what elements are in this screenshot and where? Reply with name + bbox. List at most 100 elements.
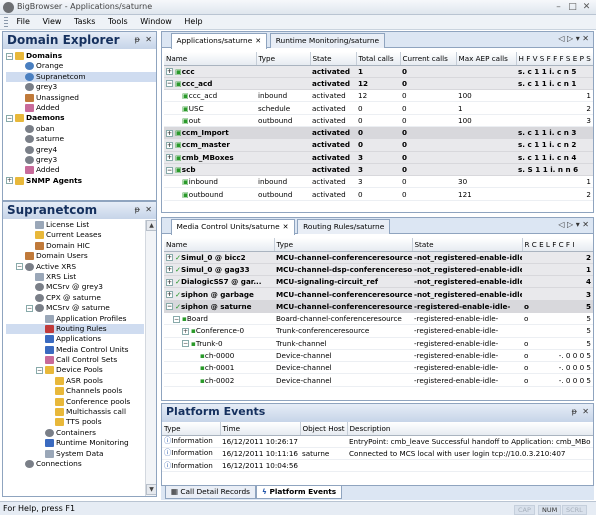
- menu-file[interactable]: File: [12, 15, 35, 28]
- scroll-down-icon[interactable]: ▼: [146, 484, 156, 495]
- tree-item[interactable]: MCSrv @ grey3: [6, 282, 144, 292]
- expand-icon[interactable]: +: [166, 254, 173, 262]
- column-header[interactable]: Type: [274, 238, 413, 252]
- tree-item[interactable]: oban: [6, 124, 156, 134]
- expand-icon[interactable]: +: [166, 291, 173, 299]
- tree-item[interactable]: Current Leases: [6, 230, 144, 240]
- collapse-icon[interactable]: −: [6, 52, 13, 60]
- flag-columns-header[interactable]: R C E L F C F I: [522, 238, 593, 252]
- expand-icon[interactable]: +: [6, 177, 13, 185]
- event-row[interactable]: ⓘInformation 16/12/2011 10:26:17 EntryPoin…: [162, 435, 593, 448]
- table-row[interactable]: + ✓Simul_0 @ gag33 MCU-channel-dsp-confere…: [164, 263, 593, 277]
- tree-item[interactable]: grey4: [6, 145, 156, 155]
- event-row[interactable]: ⓘInformation 16/12/2011 10:04:56: [162, 459, 593, 473]
- expand-icon[interactable]: +: [166, 141, 173, 149]
- tab-call-detail-records[interactable]: ▦ Call Detail Records: [165, 486, 256, 499]
- maximize-button[interactable]: □: [566, 1, 579, 14]
- menu-window[interactable]: Window: [135, 15, 177, 28]
- tab-runtime-monitoring-saturne[interactable]: Runtime Monitoring/saturne: [269, 33, 386, 48]
- tree-item[interactable]: Connections: [6, 459, 144, 469]
- expand-icon[interactable]: +: [182, 327, 189, 335]
- tree-item[interactable]: Application Profiles: [6, 314, 144, 324]
- close-window-button[interactable]: ✕: [580, 1, 593, 14]
- tree-item[interactable]: − MCSrv @ saturne: [6, 303, 144, 313]
- pin-icon[interactable]: ᵽ: [572, 407, 577, 416]
- column-header[interactable]: State: [310, 52, 357, 66]
- tree-item[interactable]: XRS List: [6, 272, 144, 282]
- tree-item[interactable]: Containers: [6, 428, 144, 438]
- table-row[interactable]: ▪ch-0001 Device-channel -registered-enable…: [164, 361, 593, 375]
- tree-item[interactable]: Call Control Sets: [6, 355, 144, 365]
- menu-tools[interactable]: Tools: [103, 15, 133, 28]
- tab-applications-saturne[interactable]: Applications/saturne ✕: [170, 33, 268, 49]
- collapse-icon[interactable]: −: [166, 166, 173, 174]
- table-row[interactable]: ▣USC schedule activated 0 0 1 2: [164, 101, 593, 115]
- tree-item[interactable]: saturne: [6, 134, 156, 144]
- flag-columns-header[interactable]: H F V S F F F S E P S R P S F T: [516, 52, 593, 66]
- tree-item[interactable]: grey3: [6, 155, 156, 165]
- close-icon[interactable]: ✕: [582, 407, 589, 416]
- column-header[interactable]: Current calls: [400, 52, 457, 66]
- column-header[interactable]: Object Host: [300, 422, 348, 436]
- table-row[interactable]: + ✓DialogicSS7 @ gar... MCU-signaling-circ…: [164, 275, 593, 289]
- menu-view[interactable]: View: [37, 15, 66, 28]
- tree-item[interactable]: ASR pools: [6, 376, 144, 386]
- tab-nav-buttons[interactable]: ◁ ▷ ▾ ✕: [558, 34, 589, 43]
- table-row[interactable]: ▪ch-0000 Device-channel -registered-enable…: [164, 349, 593, 363]
- tree-item[interactable]: − Daemons: [6, 113, 156, 123]
- column-header[interactable]: Name: [164, 238, 275, 252]
- column-header[interactable]: Type: [162, 422, 221, 436]
- table-row[interactable]: ▣inbound inbound activated 3 0 30 1: [164, 175, 593, 189]
- table-row[interactable]: + ▣ccc activated 1 0 s. c 1 1 i. c n 5: [164, 65, 593, 78]
- tree-item[interactable]: − Active XRS: [6, 262, 144, 272]
- close-icon[interactable]: ✕: [283, 223, 289, 231]
- menu-tasks[interactable]: Tasks: [69, 15, 100, 28]
- table-row[interactable]: − ▣scb activated 3 0 s. S 1 1 i. n n 6: [164, 163, 593, 177]
- collapse-icon[interactable]: −: [166, 303, 173, 311]
- tree-item[interactable]: Domain Users: [6, 251, 144, 261]
- tab-media-control-units-saturne[interactable]: Media Control Units/saturne ✕: [170, 219, 295, 235]
- tree-item[interactable]: Unassigned: [6, 93, 156, 103]
- expand-icon[interactable]: +: [166, 129, 173, 137]
- table-row[interactable]: ▣out outbound activated 0 0 100 3: [164, 114, 593, 127]
- table-row[interactable]: + ▣ccm_Import activated 0 0 s. c 1 1 i. c n 3: [164, 126, 593, 140]
- table-row[interactable]: + ✓siphon @ garbage MCU-channel-conference…: [164, 287, 593, 301]
- collapse-icon[interactable]: −: [6, 114, 13, 122]
- table-row[interactable]: ▣outbound outbound activated 0 0 121 2: [164, 187, 593, 201]
- tree-item[interactable]: Applications: [6, 334, 144, 344]
- tree-item[interactable]: CPX @ saturne: [6, 293, 144, 303]
- collapse-icon[interactable]: −: [16, 263, 23, 271]
- expand-icon[interactable]: +: [166, 68, 173, 76]
- column-header[interactable]: Name: [164, 52, 257, 66]
- tree-item[interactable]: Orange: [6, 61, 156, 71]
- tree-item[interactable]: − Device Pools: [6, 365, 144, 375]
- tree-item[interactable]: + SNMP Agents: [6, 176, 156, 186]
- tab-nav-buttons[interactable]: ◁ ▷ ▾ ✕: [558, 220, 589, 229]
- tree-item[interactable]: Conference pools: [6, 397, 144, 407]
- close-icon[interactable]: ✕: [145, 205, 152, 214]
- tree-item[interactable]: Media Control Units: [6, 345, 144, 355]
- tree-item[interactable]: Runtime Monitoring: [6, 438, 144, 448]
- expand-icon[interactable]: +: [166, 278, 173, 286]
- column-header[interactable]: Description: [347, 422, 593, 436]
- column-header[interactable]: State: [412, 238, 523, 252]
- pin-icon[interactable]: ᵽ: [135, 35, 140, 44]
- collapse-icon[interactable]: −: [26, 304, 33, 312]
- collapse-icon[interactable]: −: [36, 366, 43, 374]
- table-row[interactable]: + ▪Conference-0 Trunk-conferenceresource -r…: [164, 324, 593, 338]
- tab-routing-rules-saturne[interactable]: Routing Rules/saturne: [297, 219, 391, 234]
- tree-item[interactable]: Domain HIC: [6, 241, 144, 251]
- tree-item[interactable]: Multichassis call: [6, 407, 144, 417]
- expand-icon[interactable]: +: [166, 266, 173, 274]
- column-header[interactable]: Total calls: [356, 52, 401, 66]
- tree-item[interactable]: − Domains: [6, 51, 156, 61]
- event-row[interactable]: ⓘInformation 16/12/2011 10:11:16 saturne Co…: [162, 447, 593, 461]
- table-row[interactable]: ▣ccc_acd inbound activated 12 0 100 1: [164, 89, 593, 103]
- tree-item[interactable]: Routing Rules: [6, 323, 144, 335]
- tree-item[interactable]: License List: [6, 220, 144, 230]
- table-row[interactable]: + ✓Simul_0 @ bicc2 MCU-channel-conferencer…: [164, 251, 593, 264]
- tree-scrollbar[interactable]: ▲ ▼: [145, 220, 156, 496]
- column-header[interactable]: Type: [256, 52, 311, 66]
- scroll-up-icon[interactable]: ▲: [146, 220, 156, 231]
- table-row[interactable]: + ▣ccm_master activated 0 0 s. c 1 1 i. c n 2: [164, 138, 593, 152]
